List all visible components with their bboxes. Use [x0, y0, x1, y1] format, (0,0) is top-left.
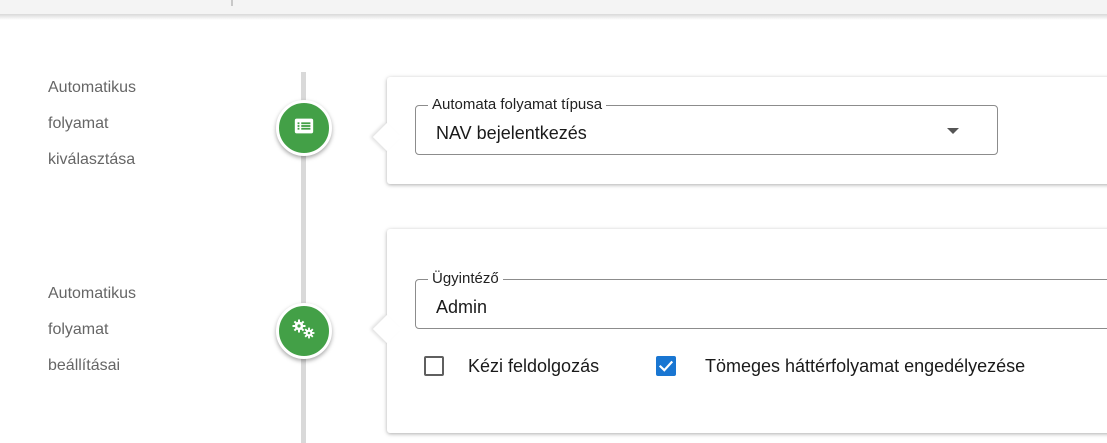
- top-bar: [0, 0, 1107, 14]
- dropdown-arrow-icon[interactable]: [947, 128, 959, 134]
- administrator-value: Admin: [436, 297, 488, 317]
- process-type-select[interactable]: Automata folyamat típusa NAV bejelentkez…: [415, 95, 998, 155]
- administrator-legend: Ügyintéző: [428, 269, 503, 289]
- step-2-label: Automatikus folyamat beállításai: [48, 285, 137, 374]
- gears-icon: [291, 318, 317, 345]
- card-pointer: [372, 122, 402, 152]
- step-2-card: Ügyintéző Admin Kézi feldolgozás Tömeges…: [372, 229, 1107, 433]
- bulk-background-label[interactable]: Tömeges háttérfolyamat engedélyezése: [705, 355, 1025, 377]
- process-type-legend: Automata folyamat típusa: [428, 95, 607, 115]
- step-2-marker: [276, 303, 332, 359]
- process-type-value: NAV bejelentkezés: [436, 123, 587, 143]
- administrator-select[interactable]: Ügyintéző Admin: [415, 269, 1107, 329]
- manual-processing-label[interactable]: Kézi feldolgozás: [468, 355, 599, 377]
- manual-processing-checkbox[interactable]: [424, 356, 444, 376]
- list-icon: [293, 115, 315, 142]
- step-1-label: Automatikus folyamat kiválasztása: [48, 79, 137, 168]
- bulk-background-checkbox[interactable]: [656, 356, 676, 376]
- card-pointer: [372, 314, 402, 344]
- top-bar-shadow: [0, 14, 1107, 20]
- step-1-marker: [276, 100, 332, 156]
- checkmark-icon: [658, 360, 674, 372]
- step-1-card: Automata folyamat típusa NAV bejelentkez…: [372, 77, 1107, 184]
- top-bar-divider: [231, 0, 233, 6]
